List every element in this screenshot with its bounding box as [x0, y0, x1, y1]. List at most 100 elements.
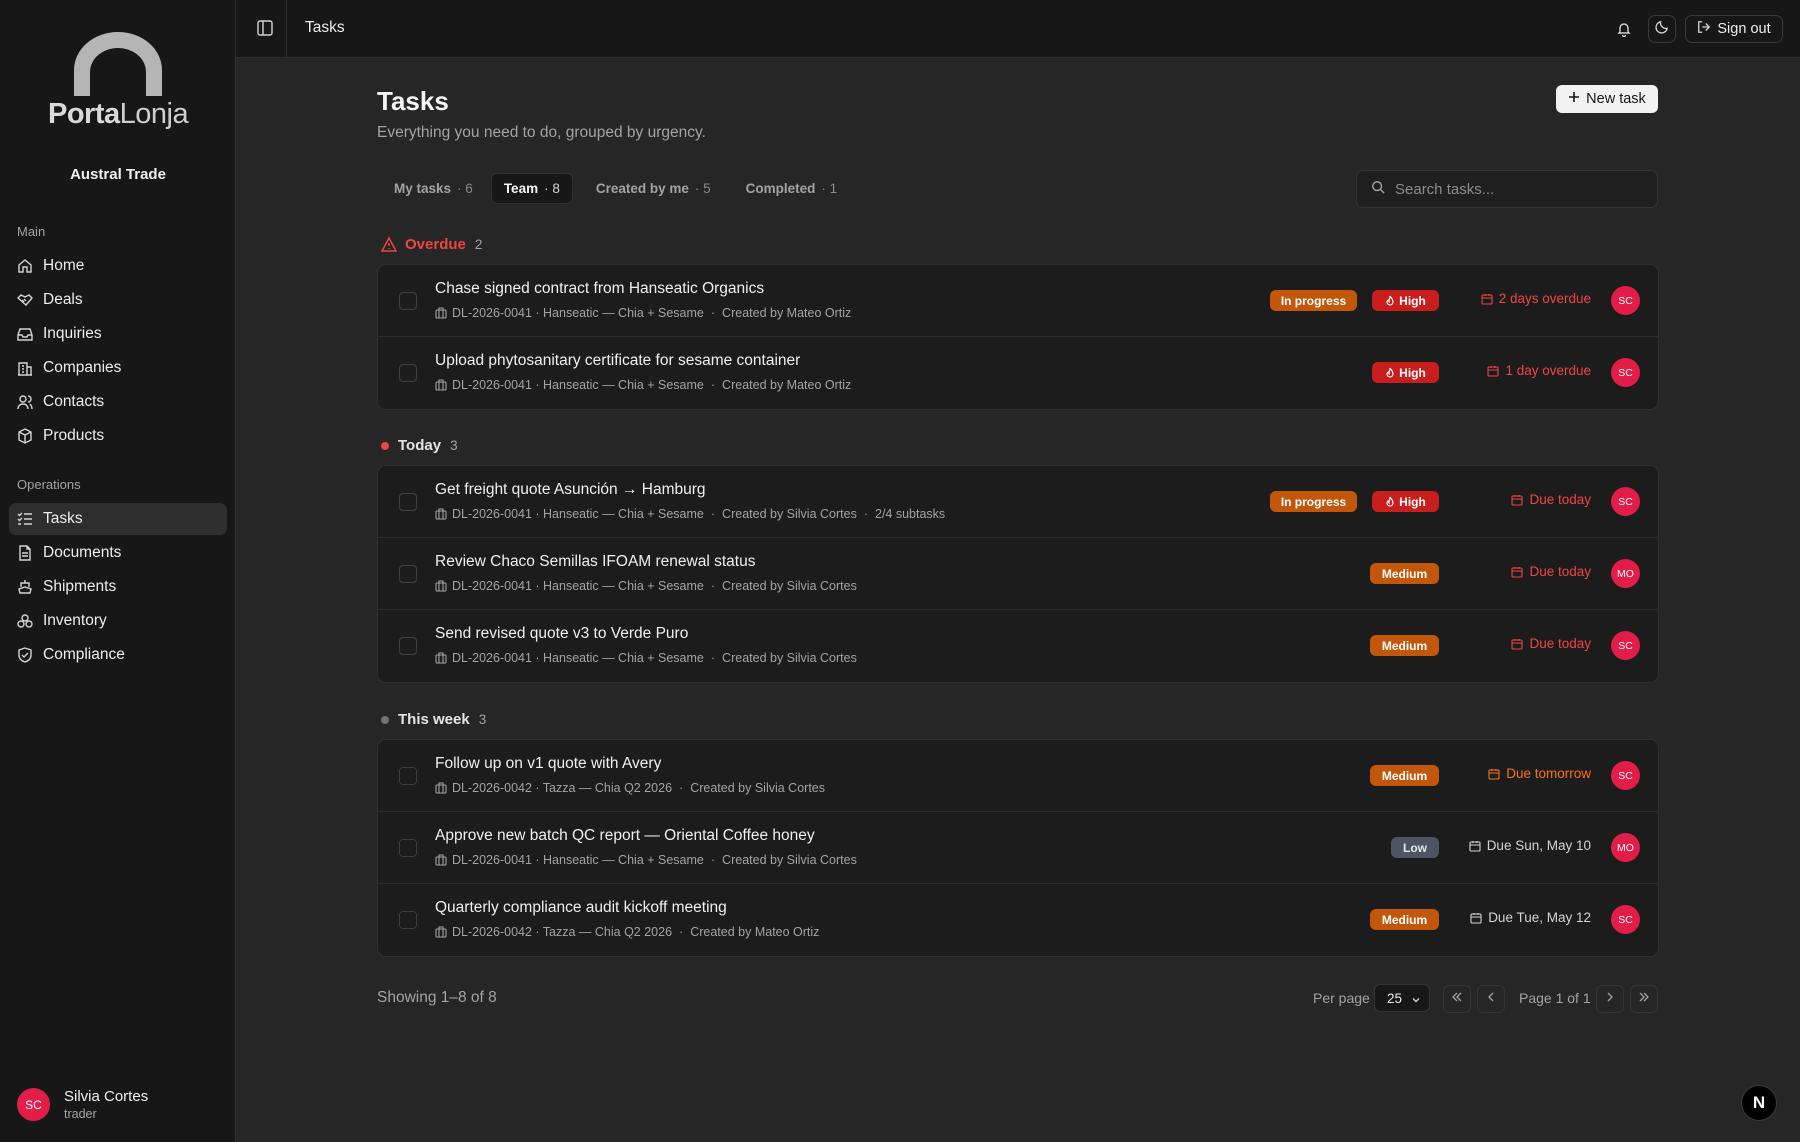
bell-icon[interactable]	[1612, 17, 1636, 41]
sidebar-item-home[interactable]: Home	[9, 250, 227, 282]
first-page-button[interactable]	[1443, 985, 1471, 1013]
tab-label: My tasks	[394, 181, 452, 196]
sign-out-button[interactable]: Sign out	[1685, 15, 1783, 43]
tab-label: Team	[503, 181, 539, 196]
assignee-avatar[interactable]: SC	[1611, 286, 1640, 315]
search-input[interactable]	[1395, 180, 1645, 198]
task-row[interactable]: Send revised quote v3 to Verde Puro DL-2…	[378, 610, 1658, 682]
due-date: Due Sun, May 10	[1469, 838, 1591, 853]
task-row[interactable]: Review Chaco Semillas IFOAM renewal stat…	[378, 538, 1658, 610]
divider	[286, 0, 287, 58]
assignee-avatar[interactable]: SC	[1611, 358, 1640, 387]
task-checkbox[interactable]	[399, 767, 417, 785]
sidebar-item-inventory[interactable]: Inventory	[9, 605, 227, 637]
task-checkbox[interactable]	[399, 911, 417, 929]
sidebar-item-deals[interactable]: Deals	[9, 284, 227, 316]
tab-completed[interactable]: Completed · 1	[729, 173, 850, 204]
assignee-avatar[interactable]: SC	[1611, 631, 1640, 660]
topbar: Tasks Sign out	[236, 0, 1800, 58]
task-row[interactable]: Follow up on v1 quote with Avery DL-2026…	[378, 740, 1658, 812]
new-task-button[interactable]: New task	[1556, 85, 1658, 113]
task-row[interactable]: Chase signed contract from Hanseatic Org…	[378, 265, 1658, 337]
task-deal[interactable]: DL-2026-0041 · Hanseatic — Chia + Sesame	[452, 378, 704, 392]
sidebar-item-contacts[interactable]: Contacts	[9, 386, 227, 418]
task-checkbox[interactable]	[399, 292, 417, 310]
task-row[interactable]: Quarterly compliance audit kickoff meeti…	[378, 884, 1658, 956]
tab-label: Completed	[745, 181, 816, 196]
task-meta: DL-2026-0042 · Tazza — Chia Q2 2026 · Crea…	[435, 781, 825, 795]
task-deal[interactable]: DL-2026-0042 · Tazza — Chia Q2 2026	[452, 781, 672, 795]
sidebar-item-shipments[interactable]: Shipments	[9, 571, 227, 603]
sidebar-item-label: Compliance	[43, 646, 125, 663]
task-checkbox[interactable]	[399, 364, 417, 382]
logo[interactable]: PortaLonja	[48, 30, 189, 131]
group-label: Today	[398, 437, 442, 454]
briefcase-icon	[435, 854, 447, 866]
task-deal[interactable]: DL-2026-0041 · Hanseatic — Chia + Sesame	[452, 579, 704, 593]
shield-check-icon	[17, 647, 33, 663]
briefcase-icon	[435, 307, 447, 319]
last-page-button[interactable]	[1630, 985, 1658, 1013]
next-page-button[interactable]	[1596, 985, 1624, 1013]
task-creator: Created by Mateo Ortiz	[722, 378, 852, 392]
group-header-today: Today 3	[381, 437, 458, 454]
tab-count: · 5	[694, 181, 711, 196]
results-count: Showing 1–8 of 8	[377, 989, 497, 1006]
flame-icon	[1385, 496, 1395, 507]
task-deal[interactable]: DL-2026-0042 · Tazza — Chia Q2 2026	[452, 925, 672, 939]
task-title[interactable]: Approve new batch QC report — Oriental C…	[435, 827, 815, 845]
sidebar-item-inquiries[interactable]: Inquiries	[9, 318, 227, 350]
sidebar-item-companies[interactable]: Companies	[9, 352, 227, 384]
assignee-avatar[interactable]: MO	[1611, 833, 1640, 862]
dev-tools-badge[interactable]: N	[1741, 1085, 1777, 1121]
briefcase-icon	[435, 652, 447, 664]
task-title[interactable]: Get freight quote Asunción → Hamburg	[435, 481, 706, 499]
task-checkbox[interactable]	[399, 565, 417, 583]
per-page-value: 25	[1387, 990, 1403, 1006]
task-checkbox[interactable]	[399, 493, 417, 511]
tab-count: · 1	[821, 181, 838, 196]
task-title[interactable]: Quarterly compliance audit kickoff meeti…	[435, 899, 727, 917]
tab-team[interactable]: Team · 8	[490, 173, 573, 204]
task-row[interactable]: Upload phytosanitary certificate for ses…	[378, 337, 1658, 409]
task-deal[interactable]: DL-2026-0041 · Hanseatic — Chia + Sesame	[452, 853, 704, 867]
chevrons-left-icon	[1451, 990, 1463, 1008]
previous-page-button[interactable]	[1477, 985, 1505, 1013]
task-title[interactable]: Review Chaco Semillas IFOAM renewal stat…	[435, 553, 755, 571]
task-deal[interactable]: DL-2026-0041 · Hanseatic — Chia + Sesame	[452, 651, 704, 665]
task-creator: Created by Mateo Ortiz	[690, 925, 820, 939]
assignee-avatar[interactable]: SC	[1611, 761, 1640, 790]
task-title[interactable]: Follow up on v1 quote with Avery	[435, 755, 661, 773]
status-dot	[381, 441, 389, 450]
briefcase-icon	[435, 782, 447, 794]
task-checkbox[interactable]	[399, 839, 417, 857]
task-checkbox[interactable]	[399, 637, 417, 655]
user-profile[interactable]: SC Silvia Cortes trader	[17, 1088, 148, 1121]
assignee-avatar[interactable]: SC	[1611, 487, 1640, 516]
task-meta: DL-2026-0041 · Hanseatic — Chia + Sesame…	[435, 579, 857, 593]
briefcase-icon	[435, 580, 447, 592]
assignee-avatar[interactable]: SC	[1611, 905, 1640, 934]
sidebar-item-products[interactable]: Products	[9, 420, 227, 452]
sidebar-item-tasks[interactable]: Tasks	[9, 503, 227, 535]
task-title[interactable]: Upload phytosanitary certificate for ses…	[435, 352, 800, 370]
sidebar-toggle-icon[interactable]	[256, 19, 276, 39]
task-row[interactable]: Get freight quote Asunción → Hamburg DL-…	[378, 466, 1658, 538]
theme-toggle-button[interactable]	[1648, 15, 1676, 43]
task-creator: Created by Silvia Cortes	[722, 579, 857, 593]
status-dot	[381, 715, 389, 724]
task-row[interactable]: Approve new batch QC report — Oriental C…	[378, 812, 1658, 884]
tab-created-by-me[interactable]: Created by me · 5	[579, 173, 723, 204]
task-title[interactable]: Chase signed contract from Hanseatic Org…	[435, 280, 764, 298]
task-title[interactable]: Send revised quote v3 to Verde Puro	[435, 625, 688, 643]
sidebar-item-compliance[interactable]: Compliance	[9, 639, 227, 671]
task-meta: DL-2026-0041 · Hanseatic — Chia + Sesame…	[435, 306, 851, 320]
per-page-select[interactable]: 25	[1374, 984, 1430, 1012]
tab-my-tasks[interactable]: My tasks · 6	[377, 173, 485, 204]
inbox-icon	[17, 326, 33, 342]
sidebar-item-documents[interactable]: Documents	[9, 537, 227, 569]
assignee-avatar[interactable]: MO	[1611, 559, 1640, 588]
page-subtitle: Everything you need to do, grouped by ur…	[377, 124, 706, 141]
task-deal[interactable]: DL-2026-0041 · Hanseatic — Chia + Sesame	[452, 306, 704, 320]
task-deal[interactable]: DL-2026-0041 · Hanseatic — Chia + Sesame	[452, 507, 704, 521]
